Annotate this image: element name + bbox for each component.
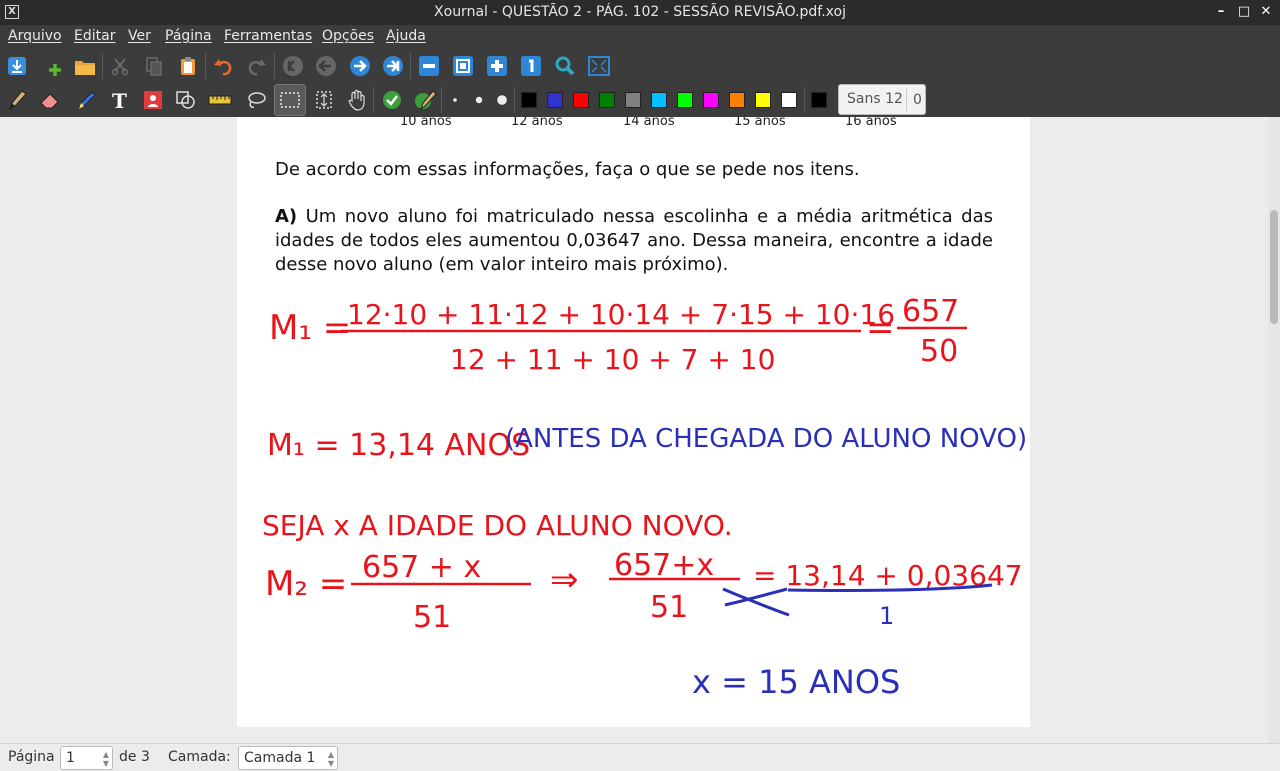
document-canvas[interactable]: 10 anos 12 anos 14 anos 15 anos 16 anos … xyxy=(0,117,1280,743)
color-light-blue[interactable] xyxy=(651,92,667,108)
handwriting-layer: M₁ = 12·10 + 11·12 + 10·14 + 7·15 + 10·1… xyxy=(262,294,1027,701)
menu-pagina[interactable]: Página xyxy=(165,28,212,44)
menu-editar[interactable]: Editar xyxy=(74,28,115,44)
status-bar: Página 1 ▲ ▼ de 3 Camada: Camada 1 ▲ ▼ xyxy=(0,743,1280,771)
vertical-scrollbar[interactable] xyxy=(1268,117,1280,743)
thickness-fine-icon[interactable] xyxy=(443,88,467,112)
color-white[interactable] xyxy=(781,92,797,108)
color-orange[interactable] xyxy=(729,92,745,108)
color-green[interactable] xyxy=(599,92,615,108)
m2-label: M₂ = xyxy=(265,564,347,604)
open-folder-icon[interactable] xyxy=(73,54,97,78)
zoom-out-icon[interactable] xyxy=(417,54,441,78)
menu-arquivo[interactable]: Arquivo xyxy=(8,28,62,44)
pen-default-icon[interactable] xyxy=(413,88,437,112)
close-button[interactable]: ✕ xyxy=(1256,2,1276,22)
zoom-in-icon[interactable] xyxy=(485,54,509,78)
cut-icon[interactable] xyxy=(108,54,132,78)
m1-equals: = xyxy=(866,308,895,348)
page-spinner[interactable]: 1 ▲ ▼ xyxy=(60,746,113,770)
rect-select-icon[interactable] xyxy=(274,84,306,116)
color-black[interactable] xyxy=(521,92,537,108)
m2-denominator: 51 xyxy=(413,600,451,635)
eraser-icon[interactable] xyxy=(38,88,62,112)
menu-ferramentas[interactable]: Ferramentas xyxy=(224,28,312,44)
m2-numerator: 657 + x xyxy=(362,550,481,585)
title-bar: X Xournal - QUESTÃO 2 - PÁG. 102 - SESSÃ… xyxy=(0,0,1280,25)
default-tool-icon[interactable] xyxy=(380,88,404,112)
color-gray[interactable] xyxy=(625,92,641,108)
layer-select[interactable]: Camada 1 ▲ ▼ xyxy=(238,746,338,770)
pen-icon[interactable] xyxy=(5,88,29,112)
tools-toolbar: T Sans 12 0 xyxy=(0,83,1280,117)
font-name: Sans 12 xyxy=(847,91,903,107)
image-tool-icon[interactable] xyxy=(141,88,165,112)
shape-recognizer-icon[interactable] xyxy=(174,88,198,112)
ruler-icon[interactable] xyxy=(208,88,232,112)
menu-bar: Arquivo Editar Ver Página Ferramentas Op… xyxy=(0,25,1280,49)
text-tool-icon[interactable]: T xyxy=(107,88,131,112)
color-light-green[interactable] xyxy=(677,92,693,108)
answer-text: x = 15 ANOS xyxy=(692,663,900,701)
maximize-button[interactable]: □ xyxy=(1234,2,1254,22)
m1-value: M₁ = 13,14 ANOS xyxy=(267,428,530,463)
document-page[interactable]: 10 anos 12 anos 14 anos 15 anos 16 anos … xyxy=(237,117,1030,727)
highlighter-icon[interactable] xyxy=(74,88,98,112)
color-blue[interactable] xyxy=(547,92,563,108)
first-page-icon[interactable] xyxy=(281,54,305,78)
zoom-100-icon[interactable] xyxy=(519,54,543,78)
hand-tool-icon[interactable] xyxy=(345,88,369,112)
m1-result-den: 50 xyxy=(920,334,958,369)
page-number-input[interactable]: 1 xyxy=(66,750,75,766)
redo-icon[interactable] xyxy=(245,54,269,78)
find-icon[interactable] xyxy=(553,54,577,78)
menu-opcoes[interactable]: Opções xyxy=(322,28,374,44)
scrollbar-thumb[interactable] xyxy=(1270,210,1278,324)
spin-up-icon[interactable]: ▲ xyxy=(103,751,109,759)
thickness-medium-icon[interactable] xyxy=(467,88,491,112)
undo-icon[interactable] xyxy=(211,54,235,78)
eq-rhs-den: 1 xyxy=(879,602,894,630)
window-title: Xournal - QUESTÃO 2 - PÁG. 102 - SESSÃO … xyxy=(434,4,846,20)
page-label: Página xyxy=(8,749,55,765)
lasso-select-icon[interactable] xyxy=(244,88,268,112)
color-magenta[interactable] xyxy=(703,92,719,108)
m1-note: (ANTES DA CHEGADA DO ALUNO NOVO) xyxy=(505,424,1027,454)
vertical-space-icon[interactable] xyxy=(312,88,336,112)
seja-text: SEJA x A IDADE DO ALUNO NOVO. xyxy=(262,509,733,542)
layer-label: Camada: xyxy=(168,749,231,765)
zoom-fit-icon[interactable] xyxy=(451,54,475,78)
font-size: 0 xyxy=(906,89,922,111)
font-button[interactable]: Sans 12 0 xyxy=(838,84,926,115)
next-page-icon[interactable] xyxy=(348,54,372,78)
page-total: de 3 xyxy=(119,749,150,765)
color-red[interactable] xyxy=(573,92,589,108)
m1-result-num: 657 xyxy=(902,294,959,329)
m1-numerator: 12·10 + 11·12 + 10·14 + 7·15 + 10·16 xyxy=(347,298,895,331)
layer-up-icon[interactable]: ▲ xyxy=(328,751,334,759)
layer-down-icon[interactable]: ▼ xyxy=(328,760,334,768)
copy-icon[interactable] xyxy=(142,54,166,78)
main-toolbar xyxy=(0,49,1280,83)
frac2-denominator: 51 xyxy=(650,590,688,625)
fullscreen-icon[interactable] xyxy=(587,54,611,78)
save-icon[interactable] xyxy=(5,54,29,78)
menu-ajuda[interactable]: Ajuda xyxy=(386,28,426,44)
new-page-icon[interactable] xyxy=(43,57,67,81)
menu-ver[interactable]: Ver xyxy=(128,28,151,44)
current-color[interactable] xyxy=(811,92,827,108)
svg-text:T: T xyxy=(112,89,127,111)
paste-icon[interactable] xyxy=(176,54,200,78)
thickness-thick-icon[interactable] xyxy=(490,88,514,112)
implies-arrow: ⇒ xyxy=(550,560,579,600)
color-yellow[interactable] xyxy=(755,92,771,108)
m1-denominator: 12 + 11 + 10 + 7 + 10 xyxy=(450,343,775,376)
m1-label: M₁ = xyxy=(269,308,351,348)
last-page-icon[interactable] xyxy=(381,54,405,78)
spin-down-icon[interactable]: ▼ xyxy=(103,760,109,768)
previous-page-icon[interactable] xyxy=(314,54,338,78)
minimize-button[interactable]: – xyxy=(1211,2,1231,22)
layer-value: Camada 1 xyxy=(244,750,316,766)
